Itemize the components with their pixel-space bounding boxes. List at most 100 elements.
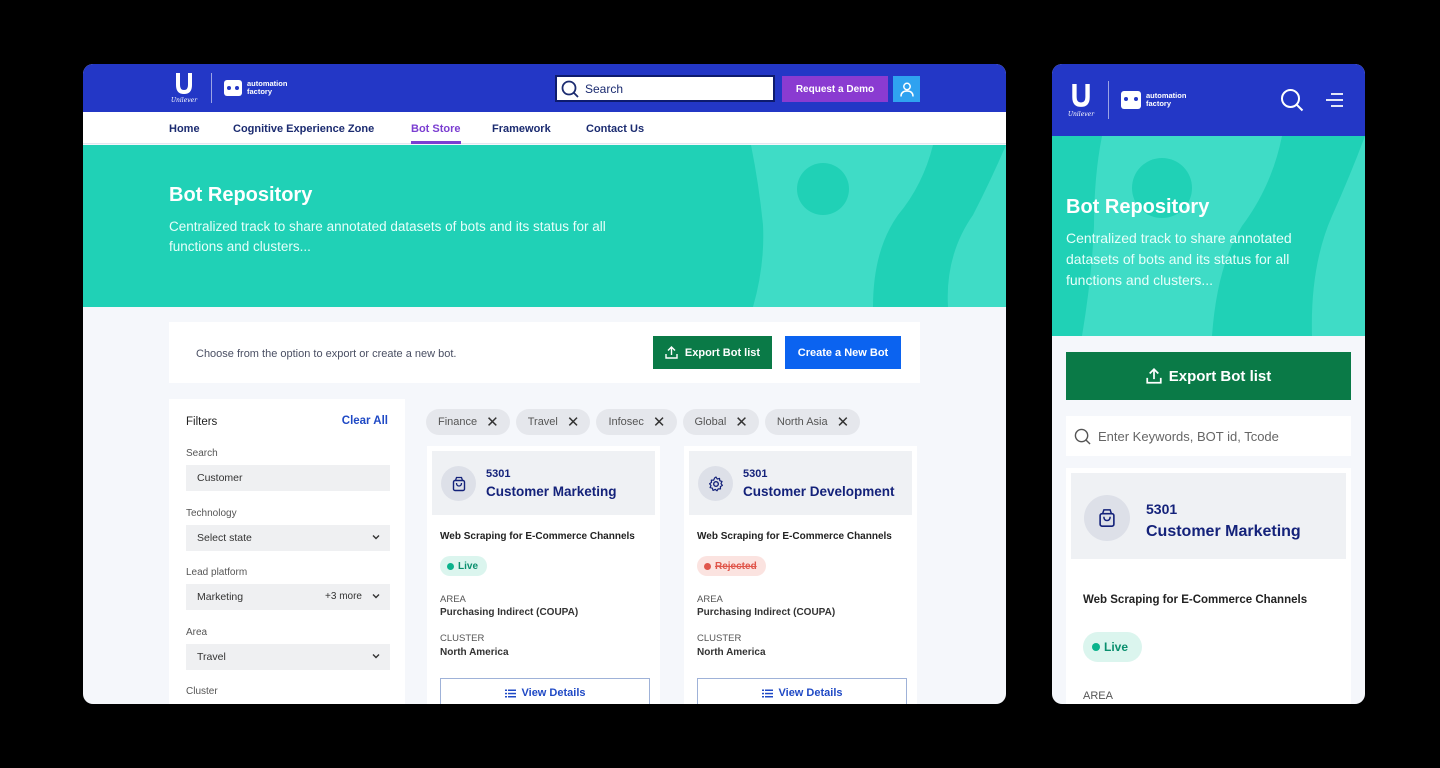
filter-technology-select[interactable]: Select state bbox=[186, 525, 390, 551]
list-icon bbox=[761, 689, 773, 697]
create-new-bot-button[interactable]: Create a New Bot bbox=[785, 336, 901, 369]
hero-banner: Bot Repository Centralized track to shar… bbox=[83, 145, 1006, 307]
bot-card-icon bbox=[698, 466, 733, 501]
shopping-bag-icon bbox=[452, 476, 465, 491]
close-icon[interactable]: ✕ bbox=[567, 415, 580, 430]
mobile-export-bot-list-button[interactable]: Export Bot list bbox=[1066, 352, 1351, 400]
chip-label: Global bbox=[694, 416, 727, 428]
status-badge: Live bbox=[440, 556, 488, 576]
search-icon bbox=[561, 80, 579, 98]
cluster-label: CLUSTER bbox=[440, 633, 485, 644]
mobile-search-placeholder: Enter Keywords, BOT id, Tcode bbox=[1098, 428, 1279, 444]
status-badge: Rejected bbox=[697, 556, 766, 576]
filter-search-value: Customer bbox=[197, 472, 243, 484]
filter-chip: North Asia ✕ bbox=[764, 409, 861, 435]
nav-bot-store[interactable]: Bot Store bbox=[411, 123, 461, 144]
action-bar: Choose from the option to export or crea… bbox=[169, 322, 920, 383]
status-dot bbox=[704, 562, 711, 570]
request-demo-button[interactable]: Request a Demo bbox=[782, 76, 888, 102]
close-icon[interactable]: ✕ bbox=[837, 415, 850, 430]
area-label: AREA bbox=[1083, 690, 1113, 702]
nav-home[interactable]: Home bbox=[169, 123, 200, 135]
filter-search-label: Search bbox=[186, 448, 218, 459]
unilever-u-icon bbox=[176, 73, 192, 94]
cluster-value: North America bbox=[697, 647, 766, 658]
area-value: Purchasing Indirect (COUPA) bbox=[440, 607, 579, 618]
filter-search-input[interactable]: Customer bbox=[186, 465, 390, 491]
bot-id: 5301 bbox=[1146, 501, 1178, 517]
status-text: Rejected bbox=[715, 560, 757, 572]
close-icon[interactable]: ✕ bbox=[735, 415, 748, 430]
header: Unilever automation factory Search Reque… bbox=[83, 64, 1006, 112]
chevron-down-icon bbox=[372, 535, 380, 540]
search-icon[interactable] bbox=[1280, 88, 1304, 112]
chevron-down-icon bbox=[372, 654, 380, 659]
clear-all-button[interactable]: Clear All bbox=[342, 415, 388, 427]
upload-icon bbox=[665, 346, 678, 359]
unilever-u-icon bbox=[1072, 84, 1090, 107]
mobile-keyword-search-input[interactable]: Enter Keywords, BOT id, Tcode bbox=[1066, 416, 1351, 456]
header-search-input[interactable]: Search bbox=[555, 75, 775, 102]
bot-id: 5301 bbox=[486, 468, 511, 480]
view-details-button[interactable]: View Details bbox=[440, 678, 650, 704]
filters-title: Filters bbox=[186, 416, 218, 428]
bot-card[interactable]: 5301 Customer Marketing Web Scraping for… bbox=[427, 446, 660, 704]
nav-framework[interactable]: Framework bbox=[492, 123, 551, 135]
bot-subtitle: Web Scraping for E-Commerce Channels bbox=[1083, 594, 1308, 606]
mobile-hero-banner: Bot Repository Centralized track to shar… bbox=[1052, 136, 1365, 336]
filter-lead-platform-select[interactable]: Marketing +3 more bbox=[186, 584, 390, 610]
desktop-view: Unilever automation factory Search Reque… bbox=[83, 64, 1006, 704]
brand-line-2: factory bbox=[1146, 99, 1172, 108]
chevron-down-icon bbox=[372, 594, 380, 599]
filters-panel: Filters Clear All Search Customer Techno… bbox=[169, 399, 405, 704]
nav-contact-us[interactable]: Contact Us bbox=[586, 123, 644, 135]
close-icon[interactable]: ✕ bbox=[653, 415, 666, 430]
area-label: AREA bbox=[697, 594, 723, 605]
bot-card-header: 5301 Customer Development bbox=[689, 451, 912, 515]
status-text: Live bbox=[1104, 640, 1129, 654]
mobile-view: Unilever automation factory Bot Reposito… bbox=[1052, 64, 1365, 704]
unilever-logo: Unilever bbox=[169, 72, 199, 104]
area-value: Purchasing Indirect (COUPA) bbox=[697, 607, 836, 618]
export-label: Export Bot list bbox=[1168, 367, 1272, 385]
status-text: Live bbox=[458, 560, 479, 572]
filter-technology-value: Select state bbox=[197, 532, 252, 544]
brand[interactable]: Unilever automation factory bbox=[169, 71, 287, 105]
header-search-placeholder: Search bbox=[585, 81, 624, 96]
close-icon[interactable]: ✕ bbox=[486, 415, 499, 430]
filter-area-value: Travel bbox=[197, 651, 226, 663]
unilever-wordmark: Unilever bbox=[170, 97, 198, 104]
export-bot-list-button[interactable]: Export Bot list bbox=[653, 336, 772, 369]
user-account-button[interactable] bbox=[893, 76, 920, 102]
view-details-label: View Details bbox=[521, 687, 586, 699]
nav-cognitive-experience-zone[interactable]: Cognitive Experience Zone bbox=[233, 123, 374, 135]
cluster-label: CLUSTER bbox=[697, 633, 742, 644]
cluster-value: North America bbox=[440, 647, 509, 658]
status-badge: Live bbox=[1083, 632, 1143, 662]
bot-name: Customer Development bbox=[743, 484, 895, 499]
hero-description: Centralized track to share annotated dat… bbox=[1066, 230, 1292, 288]
view-details-button[interactable]: View Details bbox=[697, 678, 907, 704]
filter-area-select[interactable]: Travel bbox=[186, 644, 390, 670]
mobile-bot-card[interactable]: 5301 Customer Marketing Web Scraping for… bbox=[1066, 468, 1351, 704]
brand-divider bbox=[211, 73, 212, 103]
view-details-label: View Details bbox=[778, 687, 843, 699]
filter-technology-label: Technology bbox=[186, 508, 237, 519]
active-filter-chips: Finance ✕ Travel ✕ Infosec ✕ Global ✕ North … bbox=[426, 409, 866, 435]
bot-name: Customer Marketing bbox=[1146, 523, 1301, 540]
filter-lead-platform-value: Marketing bbox=[197, 591, 244, 603]
filter-cluster-label: Cluster bbox=[186, 686, 218, 697]
export-label: Export Bot list bbox=[684, 346, 761, 359]
main-nav: Home Cognitive Experience Zone Bot Store… bbox=[83, 112, 1006, 144]
shopping-bag-icon bbox=[1099, 509, 1115, 527]
bot-name: Customer Marketing bbox=[486, 484, 617, 499]
filter-lead-platform-label: Lead platform bbox=[186, 567, 248, 578]
bot-subtitle: Web Scraping for E-Commerce Channels bbox=[440, 531, 635, 542]
chip-label: Finance bbox=[438, 416, 478, 428]
bot-card[interactable]: 5301 Customer Development Web Scraping f… bbox=[684, 446, 917, 704]
mobile-brand[interactable]: Unilever automation factory bbox=[1066, 80, 1186, 120]
list-icon bbox=[504, 689, 516, 697]
menu-icon[interactable] bbox=[1325, 93, 1343, 107]
action-hint: Choose from the option to export or crea… bbox=[196, 348, 457, 360]
mobile-header: Unilever automation factory bbox=[1052, 64, 1365, 136]
